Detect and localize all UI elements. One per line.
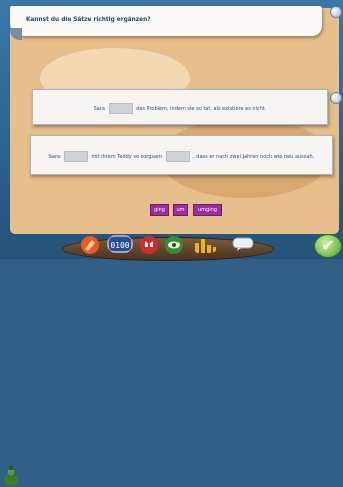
eye-icon[interactable] (164, 235, 184, 255)
sentence-card-1: Sara das Problem, indem sie so tat, als … (32, 89, 328, 125)
drop-gap[interactable] (108, 103, 133, 114)
bars-chart-icon[interactable] (192, 235, 218, 255)
drop-gap[interactable] (63, 151, 88, 162)
sentence-2-part3: , dass er nach zwei Jahren noch wie neu … (193, 154, 315, 160)
sentence-2-part1: Sara (48, 154, 61, 160)
sentence-1: Sara das Problem, indem sie so tat, als … (33, 103, 327, 114)
drop-gap[interactable] (165, 151, 190, 162)
check-button[interactable]: ✔ (314, 234, 342, 258)
speech-bubble-icon[interactable] (232, 236, 254, 252)
word-chip-ging[interactable]: ging (150, 204, 169, 216)
sentence-card-2: Sara mit ihrem Teddy so sorgsam , dass e… (30, 135, 333, 175)
scroll-up-button[interactable] (330, 6, 342, 18)
word-chip-um[interactable]: um (173, 204, 188, 216)
sentence-1-part1: Sara (93, 106, 105, 112)
frog-icon[interactable] (2, 465, 20, 487)
sentence-2-part2: mit ihrem Teddy so sorgsam (91, 154, 162, 160)
word-chip-umging[interactable]: umging (193, 204, 222, 216)
calculator-icon[interactable]: 0100 (107, 234, 133, 254)
toolbar: 0100 (0, 231, 343, 486)
scroll-down-button[interactable] (330, 92, 342, 104)
instruction-text: Kannst du die Sätze richtig ergänzen? (26, 17, 151, 23)
svg-text:0100: 0100 (110, 241, 129, 250)
magnet-icon[interactable] (139, 235, 159, 255)
sentence-1-part2: das Problem, indem sie so tat, als exist… (136, 106, 267, 112)
sentence-2: Sara mit ihrem Teddy so sorgsam , dass e… (31, 151, 332, 162)
pencil-icon[interactable] (80, 235, 100, 255)
